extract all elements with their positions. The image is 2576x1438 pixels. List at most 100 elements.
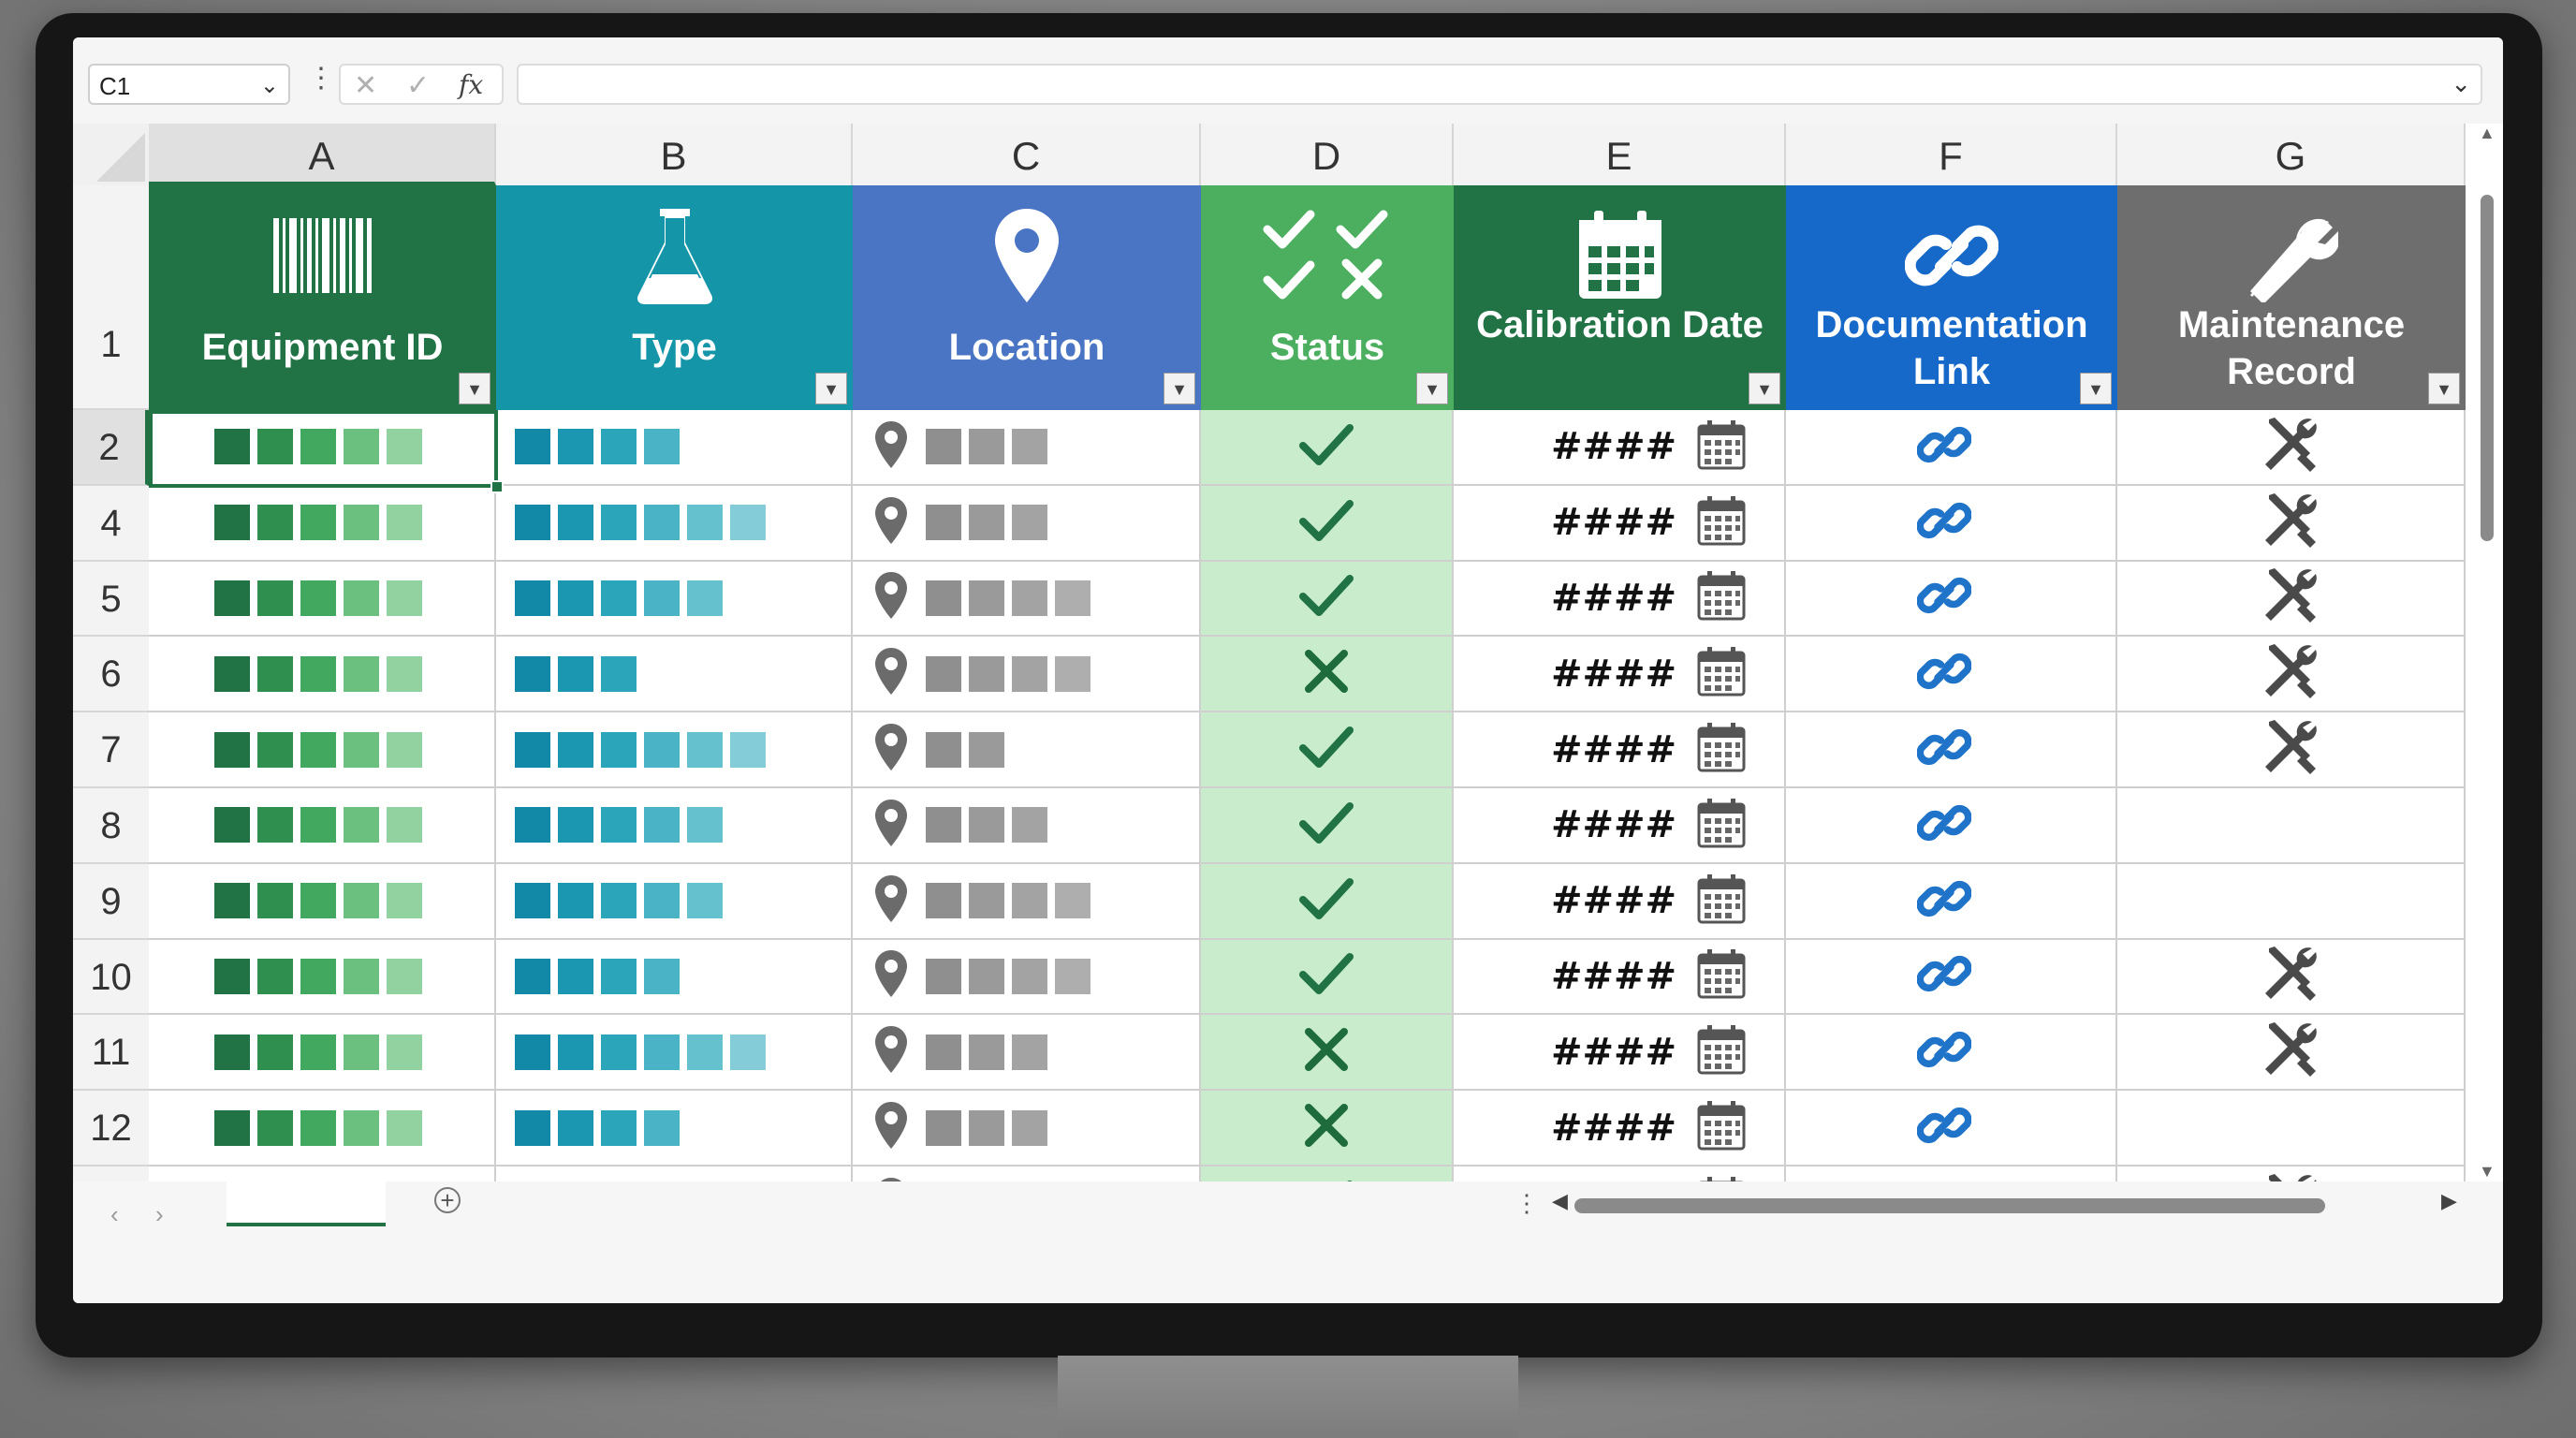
link-icon[interactable] <box>1916 796 1972 855</box>
status-cell[interactable] <box>1201 939 1454 1016</box>
calendar-icon[interactable] <box>1696 1175 1747 1181</box>
type-cell[interactable] <box>496 1015 853 1092</box>
calibration-date-cell[interactable]: #### <box>1454 1167 1786 1181</box>
sheet-tab[interactable] <box>227 1181 386 1226</box>
link-icon[interactable] <box>1916 644 1972 703</box>
status-cell[interactable] <box>1201 410 1454 486</box>
calibration-date-cell[interactable]: #### <box>1454 1015 1786 1092</box>
maintenance-record-cell[interactable] <box>2117 637 2466 713</box>
calibration-date-cell[interactable]: #### <box>1454 485 1786 562</box>
calendar-icon[interactable] <box>1696 947 1747 1005</box>
documentation-link-cell[interactable] <box>1786 637 2117 713</box>
chevron-down-icon[interactable]: ⌄ <box>260 66 279 107</box>
more-vertical-icon[interactable]: ⋮ <box>307 62 335 95</box>
documentation-link-cell[interactable] <box>1786 939 2117 1016</box>
row-header[interactable]: 8 <box>73 788 149 864</box>
name-box[interactable]: C1 ⌄ <box>88 64 290 105</box>
documentation-link-cell[interactable] <box>1786 1091 2117 1167</box>
maintenance-record-cell[interactable] <box>2117 939 2466 1016</box>
prev-sheet-icon[interactable]: ‹ <box>110 1200 119 1229</box>
type-cell[interactable] <box>496 1091 853 1167</box>
type-cell[interactable] <box>496 637 853 713</box>
documentation-link-cell[interactable] <box>1786 485 2117 562</box>
enter-icon[interactable]: ✓ <box>406 69 430 102</box>
location-cell[interactable] <box>853 863 1201 940</box>
column-header-c[interactable]: C <box>853 124 1201 185</box>
link-icon[interactable] <box>1917 1174 1971 1181</box>
tools-icon[interactable] <box>2261 945 2320 1007</box>
tools-icon[interactable] <box>2261 642 2320 705</box>
status-cell[interactable] <box>1201 712 1454 788</box>
maintenance-record-cell[interactable] <box>2117 863 2466 940</box>
status-cell[interactable] <box>1201 485 1454 562</box>
header-cell-b[interactable]: Type ▼ <box>496 185 853 410</box>
filter-dropdown-icon[interactable]: ▼ <box>1164 373 1195 404</box>
location-cell[interactable] <box>853 939 1201 1016</box>
calendar-icon[interactable] <box>1696 645 1747 702</box>
row-header-1[interactable]: 1 <box>73 185 149 410</box>
equipment-id-cell[interactable] <box>149 485 496 562</box>
row-header[interactable]: 11 <box>73 1015 149 1092</box>
link-icon[interactable] <box>1916 493 1972 552</box>
column-header-g[interactable]: G <box>2117 124 2466 185</box>
header-cell-c[interactable]: Location ▼ <box>853 185 1201 410</box>
add-sheet-icon[interactable]: + <box>434 1187 461 1213</box>
documentation-link-cell[interactable] <box>1786 1167 2117 1181</box>
calendar-icon[interactable] <box>1696 721 1747 778</box>
filter-dropdown-icon[interactable]: ▼ <box>815 373 847 404</box>
location-cell[interactable] <box>853 1167 1201 1181</box>
calendar-icon[interactable] <box>1696 873 1747 930</box>
location-cell[interactable] <box>853 712 1201 788</box>
calibration-date-cell[interactable]: #### <box>1454 410 1786 486</box>
maintenance-record-cell[interactable] <box>2117 1091 2466 1167</box>
type-cell[interactable] <box>496 561 853 638</box>
link-icon[interactable] <box>1916 418 1972 477</box>
calibration-date-cell[interactable]: #### <box>1454 788 1786 864</box>
horizontal-scroll-thumb[interactable] <box>1574 1198 2325 1213</box>
status-cell[interactable] <box>1201 788 1454 864</box>
column-header-a[interactable]: A <box>149 124 496 185</box>
equipment-id-cell[interactable] <box>149 561 496 638</box>
maintenance-record-cell[interactable] <box>2117 485 2466 562</box>
equipment-id-cell[interactable] <box>149 1091 496 1167</box>
calibration-date-cell[interactable]: #### <box>1454 939 1786 1016</box>
column-header-d[interactable]: D <box>1201 124 1454 185</box>
scroll-left-icon[interactable]: ◀ <box>1552 1189 1568 1213</box>
calendar-icon[interactable] <box>1696 1099 1747 1156</box>
location-cell[interactable] <box>853 637 1201 713</box>
calibration-date-cell[interactable]: #### <box>1454 561 1786 638</box>
row-header[interactable]: 4 <box>73 485 149 562</box>
tools-icon[interactable] <box>2261 416 2320 478</box>
row-header[interactable]: 5 <box>73 561 149 638</box>
maintenance-record-cell[interactable] <box>2117 561 2466 638</box>
vertical-scroll-thumb[interactable] <box>2481 195 2494 541</box>
equipment-id-cell[interactable] <box>149 1167 496 1181</box>
equipment-id-cell[interactable] <box>149 712 496 788</box>
formula-input[interactable]: ⌄ <box>517 64 2482 105</box>
column-header-e[interactable]: E <box>1454 124 1786 185</box>
tools-icon[interactable] <box>2261 566 2320 629</box>
location-cell[interactable] <box>853 410 1201 486</box>
calendar-icon[interactable] <box>1696 418 1747 476</box>
filter-dropdown-icon[interactable]: ▼ <box>1749 373 1780 404</box>
column-header-f[interactable]: F <box>1786 124 2117 185</box>
row-header[interactable]: 9 <box>73 863 149 940</box>
fx-icon[interactable]: fx <box>459 69 483 100</box>
calibration-date-cell[interactable]: #### <box>1454 863 1786 940</box>
header-cell-e[interactable]: Calibration Date ▼ <box>1454 185 1786 410</box>
next-sheet-icon[interactable]: › <box>155 1200 164 1229</box>
location-cell[interactable] <box>853 561 1201 638</box>
equipment-id-cell[interactable] <box>149 939 496 1016</box>
status-cell[interactable] <box>1201 561 1454 638</box>
equipment-id-cell[interactable] <box>149 410 496 486</box>
link-icon[interactable] <box>1916 720 1972 779</box>
expand-formula-icon[interactable]: ⌄ <box>2451 69 2471 98</box>
maintenance-record-cell[interactable] <box>2117 788 2466 864</box>
row-header[interactable]: 10 <box>73 939 149 1016</box>
maintenance-record-cell[interactable] <box>2117 1015 2466 1092</box>
type-cell[interactable] <box>496 1167 853 1181</box>
link-icon[interactable] <box>1916 1022 1972 1081</box>
location-cell[interactable] <box>853 485 1201 562</box>
type-cell[interactable] <box>496 939 853 1016</box>
calibration-date-cell[interactable]: #### <box>1454 1091 1786 1167</box>
